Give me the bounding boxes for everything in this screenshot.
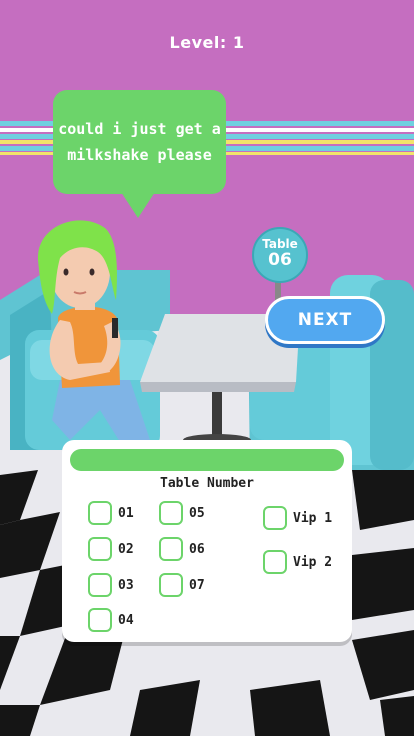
panel-header-bar bbox=[70, 449, 344, 471]
checkbox[interactable] bbox=[88, 501, 112, 525]
option-label: 02 bbox=[118, 541, 134, 557]
table-option-vip-1[interactable]: Vip 1 bbox=[263, 506, 332, 530]
level-indicator: Level: 1 bbox=[169, 33, 245, 52]
table-option-vip-2[interactable]: Vip 2 bbox=[263, 550, 332, 574]
option-label: 06 bbox=[189, 541, 205, 557]
panel-title: Table Number bbox=[160, 476, 254, 491]
table-option-05[interactable]: 05 bbox=[159, 501, 205, 525]
table-option-01[interactable]: 01 bbox=[88, 501, 134, 525]
table-option-07[interactable]: 07 bbox=[159, 573, 205, 597]
speech-bubble: could i just get a milkshake please bbox=[53, 90, 226, 218]
checkbox[interactable] bbox=[159, 573, 183, 597]
checkbox[interactable] bbox=[88, 537, 112, 561]
checkbox[interactable] bbox=[88, 608, 112, 632]
checkbox[interactable] bbox=[263, 550, 287, 574]
table-number-sign: Table 06 bbox=[252, 227, 308, 283]
option-label: 04 bbox=[118, 612, 134, 628]
table-option-04[interactable]: 04 bbox=[88, 608, 134, 632]
checkbox[interactable] bbox=[159, 537, 183, 561]
table-sign-number: 06 bbox=[268, 250, 292, 270]
table-option-03[interactable]: 03 bbox=[88, 573, 134, 597]
table-sign-label: Table bbox=[262, 237, 298, 251]
option-label: 07 bbox=[189, 577, 205, 593]
checkbox[interactable] bbox=[159, 501, 183, 525]
table-option-02[interactable]: 02 bbox=[88, 537, 134, 561]
table-selection-panel: Table Number 01 02 03 04 05 06 07 Vip 1 … bbox=[62, 440, 352, 642]
option-label: 01 bbox=[118, 505, 134, 521]
option-label: Vip 1 bbox=[293, 510, 333, 526]
checkbox[interactable] bbox=[263, 506, 287, 530]
option-label: Vip 2 bbox=[293, 554, 333, 570]
next-button[interactable]: NEXT bbox=[265, 296, 385, 344]
option-label: 05 bbox=[189, 505, 205, 521]
table-option-06[interactable]: 06 bbox=[159, 537, 205, 561]
option-label: 03 bbox=[118, 577, 134, 593]
checkbox[interactable] bbox=[88, 573, 112, 597]
customer-order-text: could i just get a milkshake please bbox=[58, 120, 221, 164]
